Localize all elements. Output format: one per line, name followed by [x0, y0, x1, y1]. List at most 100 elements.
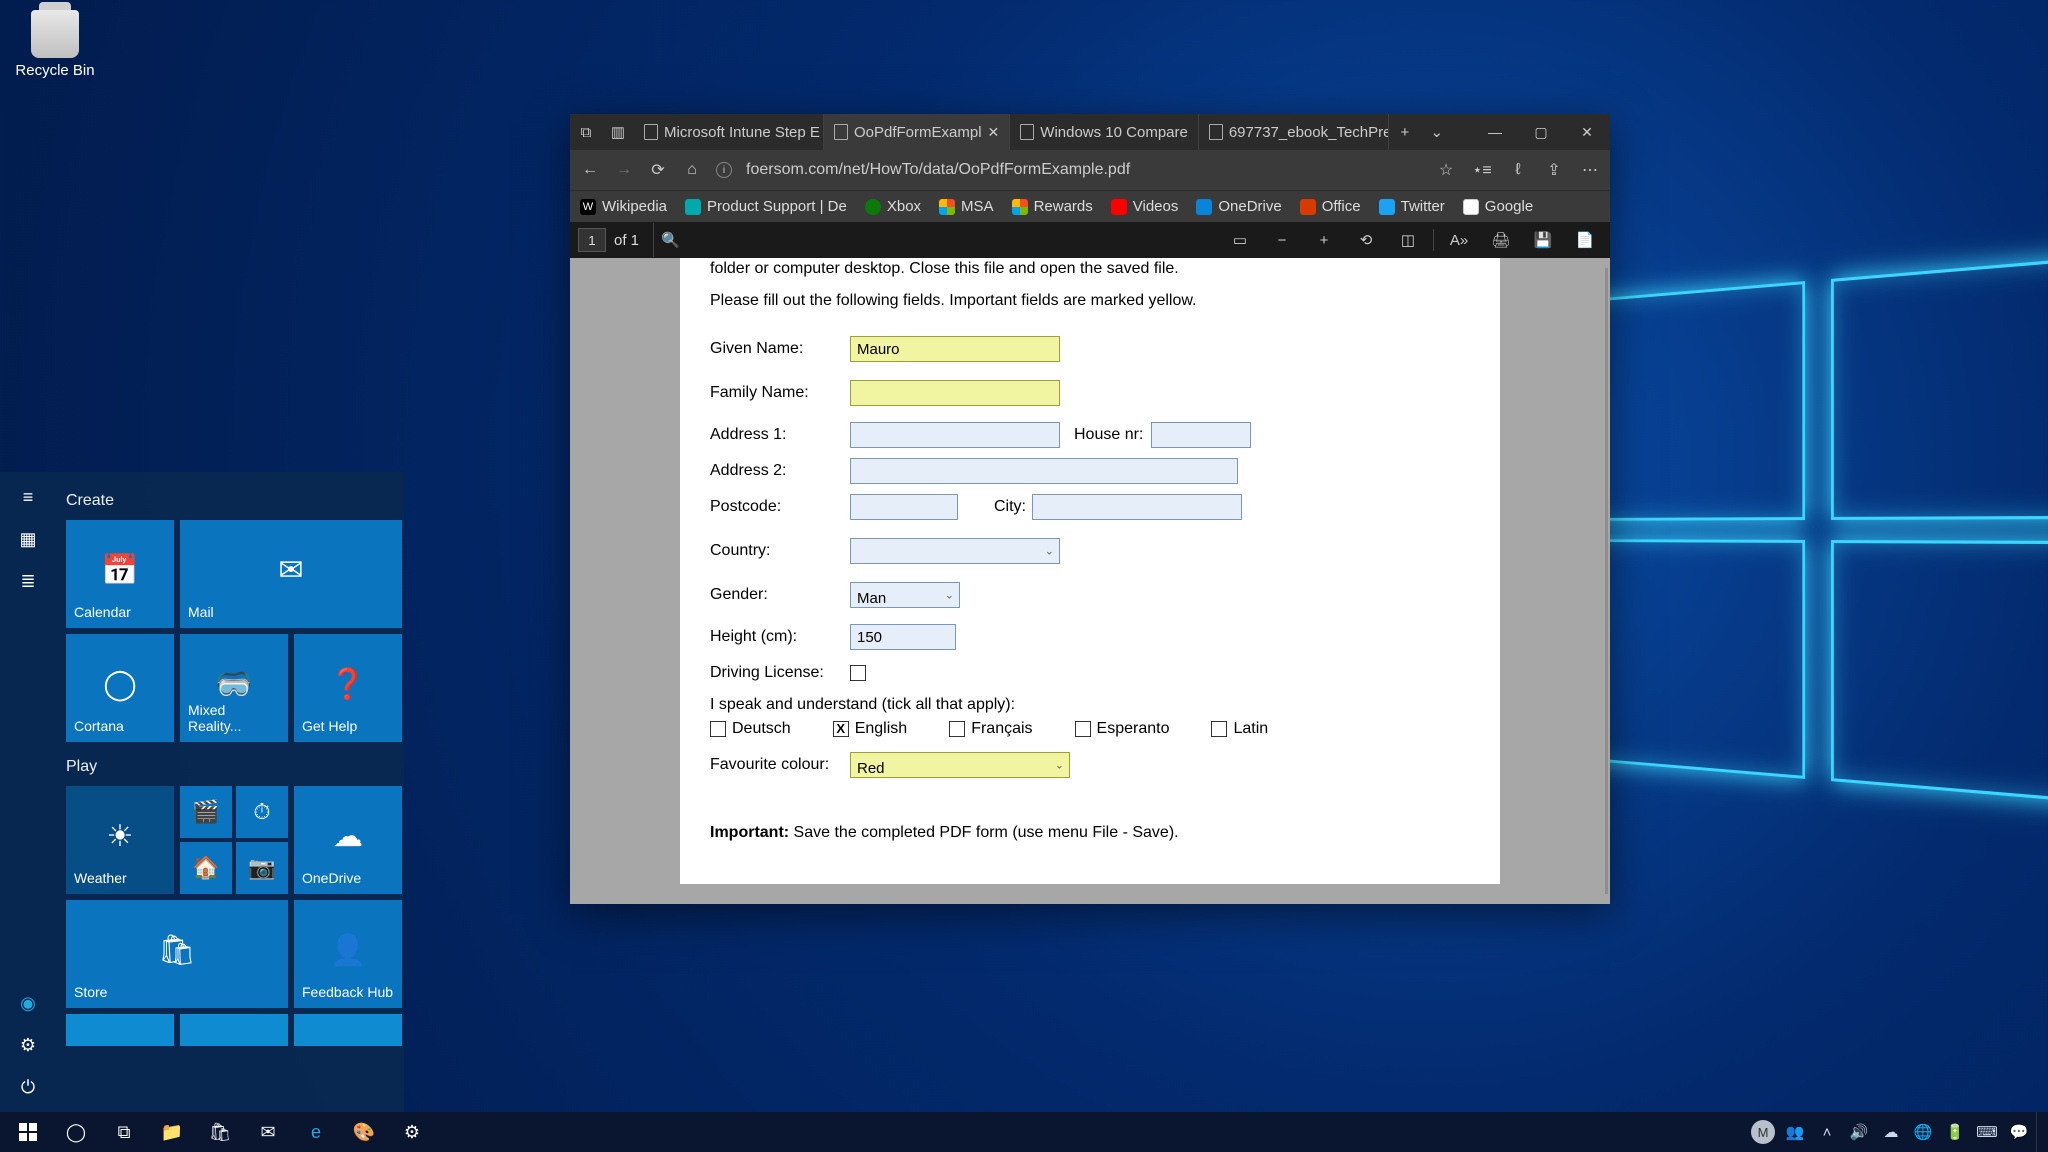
input-icon[interactable]: ⌨ — [1972, 1112, 2002, 1152]
network-icon[interactable]: 🌐 — [1908, 1112, 1938, 1152]
tile-partial-3[interactable] — [294, 1014, 402, 1046]
task-view-button[interactable]: ⧉ — [100, 1112, 148, 1152]
input-address2[interactable] — [850, 458, 1238, 484]
user-avatar[interactable]: M — [1748, 1112, 1778, 1152]
refresh-button[interactable]: ⟳ — [648, 160, 668, 180]
bookmark-office[interactable]: Office — [1300, 198, 1361, 215]
checkbox-driving-license[interactable] — [850, 665, 866, 681]
bookmark-wikipedia[interactable]: WWikipedia — [580, 198, 667, 215]
site-info-icon[interactable]: i — [716, 162, 732, 178]
favorites-list-icon[interactable]: ⋆≡ — [1472, 160, 1492, 180]
start-button[interactable] — [4, 1112, 52, 1152]
tab-preview-icon[interactable]: ▥ — [602, 114, 634, 150]
tabs-chevron-icon[interactable]: ⌄ — [1421, 114, 1453, 150]
input-address1[interactable] — [850, 422, 1060, 448]
tile-media-group[interactable]: 🎬 ⏱ 🏠 📷 — [180, 786, 288, 894]
tile-mixed-reality[interactable]: 🥽Mixed Reality... — [180, 634, 288, 742]
input-city[interactable] — [1032, 494, 1242, 520]
search-icon[interactable]: 🔍 — [653, 223, 687, 257]
edge-button[interactable]: e — [292, 1112, 340, 1152]
select-gender[interactable] — [850, 582, 960, 608]
home-button[interactable]: ⌂ — [682, 160, 702, 180]
close-tab-icon[interactable]: ✕ — [988, 124, 1000, 141]
home-icon[interactable]: 🏠 — [180, 842, 232, 894]
mail-button[interactable]: ✉ — [244, 1112, 292, 1152]
tab-actions-icon[interactable]: ⧉ — [570, 114, 602, 150]
close-window-button[interactable]: ✕ — [1564, 114, 1610, 150]
read-aloud-icon[interactable]: A» — [1442, 223, 1476, 257]
clock-icon[interactable]: ⏱ — [236, 786, 288, 838]
input-height[interactable] — [850, 624, 956, 650]
settings-button[interactable]: ⚙ — [388, 1112, 436, 1152]
share-icon[interactable]: ⇪ — [1544, 160, 1564, 180]
bookmark-rewards[interactable]: Rewards — [1012, 198, 1093, 215]
tile-calendar[interactable]: 📅Calendar — [66, 520, 174, 628]
input-postcode[interactable] — [850, 494, 958, 520]
favorite-star-icon[interactable]: ☆ — [1436, 160, 1456, 180]
page-number-input[interactable] — [578, 228, 606, 252]
store-button[interactable]: 🛍 — [196, 1112, 244, 1152]
paint-button[interactable]: 🎨 — [340, 1112, 388, 1152]
new-tab-button[interactable]: + — [1389, 114, 1421, 150]
tile-store[interactable]: 🛍Store — [66, 900, 288, 1008]
checkbox-lang-esperanto[interactable]: Esperanto — [1075, 720, 1170, 738]
select-country[interactable] — [850, 538, 1060, 564]
file-explorer-button[interactable]: 📁 — [148, 1112, 196, 1152]
tile-feedback[interactable]: 👤Feedback Hub — [294, 900, 402, 1008]
bookmark-msa[interactable]: MSA — [939, 198, 994, 215]
volume-icon[interactable]: 🔊 — [1844, 1112, 1874, 1152]
tile-partial-2[interactable] — [180, 1014, 288, 1046]
tab-ebook[interactable]: 697737_ebook_TechPre — [1199, 114, 1389, 150]
address-bar[interactable]: foersom.com/net/HowTo/data/OoPdfFormExam… — [746, 161, 1422, 179]
pinned-icon[interactable]: ▦ — [17, 528, 39, 550]
tile-partial-1[interactable] — [66, 1014, 174, 1046]
pdf-viewport[interactable]: folder or computer desktop. Close this f… — [570, 258, 1610, 904]
list-icon[interactable]: ≣ — [17, 570, 39, 592]
tab-pdfform[interactable]: OoPdfFormExampl✕ — [824, 114, 1010, 150]
camera-icon[interactable]: 📷 — [236, 842, 288, 894]
reading-icon[interactable]: ℓ — [1508, 160, 1528, 180]
zoom-out-icon[interactable]: − — [1265, 223, 1299, 257]
forward-button[interactable]: → — [614, 160, 634, 180]
select-favourite-colour[interactable] — [850, 752, 1070, 778]
bookmark-videos[interactable]: Videos — [1111, 198, 1179, 215]
people-icon[interactable]: 👥 — [1780, 1112, 1810, 1152]
checkbox-lang-francais[interactable]: Français — [949, 720, 1032, 738]
tab-intune[interactable]: Microsoft Intune Step E — [634, 114, 824, 150]
bookmark-onedrive[interactable]: OneDrive — [1196, 198, 1281, 215]
back-button[interactable]: ← — [580, 160, 600, 180]
tab-win10compare[interactable]: Windows 10 Compare — [1010, 114, 1199, 150]
tile-mail[interactable]: ✉Mail — [180, 520, 402, 628]
input-house-nr[interactable] — [1151, 422, 1251, 448]
rotate-icon[interactable]: ⟲ — [1349, 223, 1383, 257]
checkbox-lang-english[interactable]: XEnglish — [833, 720, 907, 738]
cortana-button[interactable]: ◯ — [52, 1112, 100, 1152]
bookmark-xbox[interactable]: Xbox — [865, 198, 921, 215]
save-icon[interactable]: 💾 — [1526, 223, 1560, 257]
print-icon[interactable]: 🖨 — [1484, 223, 1518, 257]
tile-weather[interactable]: ☀Weather — [66, 786, 174, 894]
more-icon[interactable]: ⋯ — [1580, 160, 1600, 180]
desktop-icon-recycle-bin[interactable]: Recycle Bin — [10, 10, 100, 79]
action-center-icon[interactable]: 💬 — [2004, 1112, 2034, 1152]
bookmark-twitter[interactable]: Twitter — [1379, 198, 1445, 215]
settings-icon[interactable]: ⚙ — [17, 1034, 39, 1056]
layout-icon[interactable]: ◫ — [1391, 223, 1425, 257]
input-family-name[interactable] — [850, 380, 1060, 406]
hamburger-icon[interactable]: ≡ — [17, 486, 39, 508]
power-icon[interactable]: ⏻ — [17, 1076, 39, 1098]
fit-page-icon[interactable]: ▭ — [1223, 223, 1257, 257]
onedrive-tray-icon[interactable]: ☁ — [1876, 1112, 1906, 1152]
bookmark-google[interactable]: Google — [1463, 198, 1533, 215]
tile-get-help[interactable]: ❓Get Help — [294, 634, 402, 742]
bookmark-product-support[interactable]: Product Support | De — [685, 198, 847, 215]
checkbox-lang-deutsch[interactable]: Deutsch — [710, 720, 791, 738]
input-given-name[interactable] — [850, 336, 1060, 362]
battery-icon[interactable]: 🔋 — [1940, 1112, 1970, 1152]
maximize-button[interactable]: ▢ — [1518, 114, 1564, 150]
minimize-button[interactable]: — — [1472, 114, 1518, 150]
show-desktop[interactable] — [2036, 1112, 2044, 1152]
account-icon[interactable]: ◉ — [17, 992, 39, 1014]
scrollbar[interactable] — [1605, 268, 1608, 894]
movies-icon[interactable]: 🎬 — [180, 786, 232, 838]
